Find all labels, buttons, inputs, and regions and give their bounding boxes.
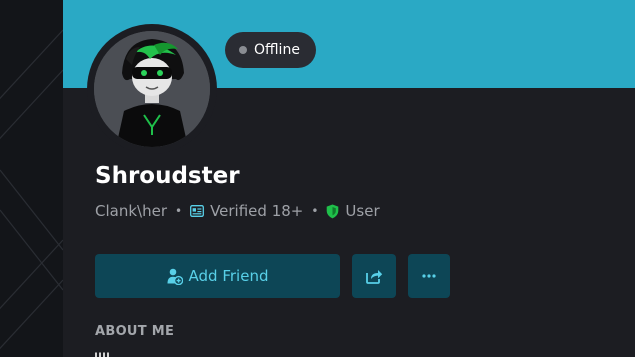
add-user-icon (167, 268, 183, 285)
add-friend-label: Add Friend (188, 267, 269, 285)
more-icon (422, 274, 436, 278)
share-icon (366, 270, 383, 284)
role-label: User (345, 202, 380, 220)
background-strip (0, 0, 63, 357)
profile-username: Shroudster (95, 163, 240, 189)
separator-dot: • (311, 204, 319, 218)
avatar-frame (87, 24, 217, 154)
share-button[interactable] (352, 254, 396, 298)
avatar-image (94, 31, 210, 147)
about-me-heading: ABOUT ME (95, 324, 175, 339)
role-badge: User (326, 202, 380, 220)
id-card-icon (190, 205, 205, 217)
verified-badge: Verified 18+ (190, 202, 303, 220)
profile-card: Offline Shroudster Clank\her • Verified … (63, 0, 635, 357)
verified-label: Verified 18+ (210, 202, 304, 220)
about-me-content-glyph (95, 352, 109, 357)
add-friend-button[interactable]: Add Friend (95, 254, 340, 298)
avatar[interactable] (94, 31, 210, 147)
status-dot (239, 46, 247, 54)
profile-meta: Clank\her • Verified 18+ • User (95, 200, 380, 222)
more-options-button[interactable] (408, 254, 450, 298)
status-badge: Offline (225, 32, 316, 68)
shield-icon (327, 204, 339, 218)
separator-dot: • (174, 204, 183, 218)
status-label: Offline (254, 42, 300, 58)
pronouns-label: Clank\her (95, 202, 167, 220)
